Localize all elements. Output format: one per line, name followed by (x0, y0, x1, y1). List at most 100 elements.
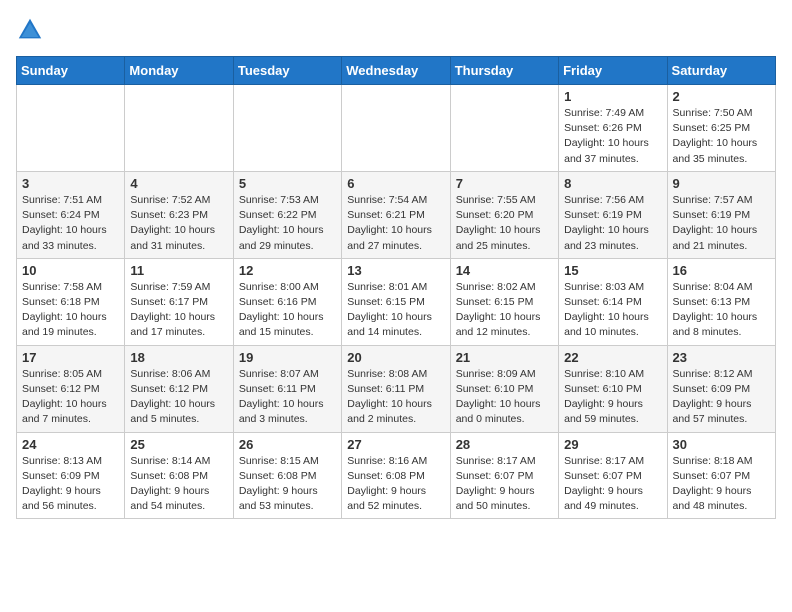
day-cell (342, 85, 450, 172)
day-number: 17 (22, 350, 119, 365)
day-info: Sunrise: 8:13 AM Sunset: 6:09 PM Dayligh… (22, 454, 119, 515)
day-cell: 2 Sunrise: 7:50 AM Sunset: 6:25 PM Daylig… (667, 85, 775, 172)
day-info: Sunrise: 7:49 AM Sunset: 6:26 PM Dayligh… (564, 106, 661, 167)
day-number: 27 (347, 437, 444, 452)
day-info: Sunrise: 8:04 AM Sunset: 6:13 PM Dayligh… (673, 280, 770, 341)
day-number: 3 (22, 176, 119, 191)
day-cell: 23 Sunrise: 8:12 AM Sunset: 6:09 PM Dayli… (667, 345, 775, 432)
week-row-4: 17 Sunrise: 8:05 AM Sunset: 6:12 PM Dayli… (17, 345, 776, 432)
day-number: 24 (22, 437, 119, 452)
logo (16, 16, 48, 44)
day-info: Sunrise: 8:12 AM Sunset: 6:09 PM Dayligh… (673, 367, 770, 428)
day-info: Sunrise: 8:08 AM Sunset: 6:11 PM Dayligh… (347, 367, 444, 428)
day-number: 28 (456, 437, 553, 452)
day-info: Sunrise: 7:56 AM Sunset: 6:19 PM Dayligh… (564, 193, 661, 254)
day-cell: 7Sunrise: 7:55 AM Sunset: 6:20 PM Daylig… (450, 171, 558, 258)
day-info: Sunrise: 8:00 AM Sunset: 6:16 PM Dayligh… (239, 280, 336, 341)
day-cell (233, 85, 341, 172)
week-row-1: 1 Sunrise: 7:49 AM Sunset: 6:26 PM Daylig… (17, 85, 776, 172)
weekday-header-tuesday: Tuesday (233, 57, 341, 85)
day-cell: 15 Sunrise: 8:03 AM Sunset: 6:14 PM Dayli… (559, 258, 667, 345)
day-info: Sunrise: 7:51 AM Sunset: 6:24 PM Dayligh… (22, 193, 119, 254)
weekday-header-monday: Monday (125, 57, 233, 85)
day-info: Sunrise: 8:16 AM Sunset: 6:08 PM Dayligh… (347, 454, 444, 515)
weekday-header-sunday: Sunday (17, 57, 125, 85)
day-cell: 12 Sunrise: 8:00 AM Sunset: 6:16 PM Dayli… (233, 258, 341, 345)
day-cell: 29 Sunrise: 8:17 AM Sunset: 6:07 PM Dayli… (559, 432, 667, 519)
day-info: Sunrise: 8:02 AM Sunset: 6:15 PM Dayligh… (456, 280, 553, 341)
day-cell: 22Sunrise: 8:10 AM Sunset: 6:10 PM Dayli… (559, 345, 667, 432)
day-cell: 5 Sunrise: 7:53 AM Sunset: 6:22 PM Daylig… (233, 171, 341, 258)
weekday-header-thursday: Thursday (450, 57, 558, 85)
day-cell: 25 Sunrise: 8:14 AM Sunset: 6:08 PM Dayli… (125, 432, 233, 519)
day-cell: 8 Sunrise: 7:56 AM Sunset: 6:19 PM Daylig… (559, 171, 667, 258)
day-info: Sunrise: 8:07 AM Sunset: 6:11 PM Dayligh… (239, 367, 336, 428)
day-cell: 14 Sunrise: 8:02 AM Sunset: 6:15 PM Dayli… (450, 258, 558, 345)
week-row-5: 24 Sunrise: 8:13 AM Sunset: 6:09 PM Dayli… (17, 432, 776, 519)
day-info: Sunrise: 7:58 AM Sunset: 6:18 PM Dayligh… (22, 280, 119, 341)
day-number: 29 (564, 437, 661, 452)
day-info: Sunrise: 7:57 AM Sunset: 6:19 PM Dayligh… (673, 193, 770, 254)
logo-icon (16, 16, 44, 44)
calendar: SundayMondayTuesdayWednesdayThursdayFrid… (16, 56, 776, 519)
day-number: 9 (673, 176, 770, 191)
day-info: Sunrise: 8:03 AM Sunset: 6:14 PM Dayligh… (564, 280, 661, 341)
day-cell: 1 Sunrise: 7:49 AM Sunset: 6:26 PM Daylig… (559, 85, 667, 172)
day-info: Sunrise: 8:17 AM Sunset: 6:07 PM Dayligh… (456, 454, 553, 515)
day-cell: 16 Sunrise: 8:04 AM Sunset: 6:13 PM Dayli… (667, 258, 775, 345)
day-number: 23 (673, 350, 770, 365)
day-info: Sunrise: 7:54 AM Sunset: 6:21 PM Dayligh… (347, 193, 444, 254)
day-cell: 18Sunrise: 8:06 AM Sunset: 6:12 PM Dayli… (125, 345, 233, 432)
day-cell (125, 85, 233, 172)
day-cell: 28 Sunrise: 8:17 AM Sunset: 6:07 PM Dayli… (450, 432, 558, 519)
day-number: 4 (130, 176, 227, 191)
week-row-3: 10 Sunrise: 7:58 AM Sunset: 6:18 PM Dayli… (17, 258, 776, 345)
day-number: 10 (22, 263, 119, 278)
day-info: Sunrise: 7:50 AM Sunset: 6:25 PM Dayligh… (673, 106, 770, 167)
day-cell: 26 Sunrise: 8:15 AM Sunset: 6:08 PM Dayli… (233, 432, 341, 519)
day-number: 6 (347, 176, 444, 191)
day-number: 12 (239, 263, 336, 278)
day-info: Sunrise: 7:53 AM Sunset: 6:22 PM Dayligh… (239, 193, 336, 254)
day-number: 14 (456, 263, 553, 278)
day-number: 1 (564, 89, 661, 104)
day-info: Sunrise: 7:59 AM Sunset: 6:17 PM Dayligh… (130, 280, 227, 341)
day-cell: 13Sunrise: 8:01 AM Sunset: 6:15 PM Dayli… (342, 258, 450, 345)
day-cell: 11 Sunrise: 7:59 AM Sunset: 6:17 PM Dayli… (125, 258, 233, 345)
day-number: 26 (239, 437, 336, 452)
day-number: 25 (130, 437, 227, 452)
day-cell: 4 Sunrise: 7:52 AM Sunset: 6:23 PM Daylig… (125, 171, 233, 258)
day-info: Sunrise: 8:14 AM Sunset: 6:08 PM Dayligh… (130, 454, 227, 515)
day-cell: 27 Sunrise: 8:16 AM Sunset: 6:08 PM Dayli… (342, 432, 450, 519)
day-number: 16 (673, 263, 770, 278)
day-info: Sunrise: 8:05 AM Sunset: 6:12 PM Dayligh… (22, 367, 119, 428)
day-info: Sunrise: 8:17 AM Sunset: 6:07 PM Dayligh… (564, 454, 661, 515)
day-cell (450, 85, 558, 172)
day-cell: 19 Sunrise: 8:07 AM Sunset: 6:11 PM Dayli… (233, 345, 341, 432)
day-number: 11 (130, 263, 227, 278)
header (16, 16, 776, 44)
day-number: 15 (564, 263, 661, 278)
day-number: 19 (239, 350, 336, 365)
day-cell: 9 Sunrise: 7:57 AM Sunset: 6:19 PM Daylig… (667, 171, 775, 258)
day-cell: 24 Sunrise: 8:13 AM Sunset: 6:09 PM Dayli… (17, 432, 125, 519)
day-number: 8 (564, 176, 661, 191)
day-cell: 10 Sunrise: 7:58 AM Sunset: 6:18 PM Dayli… (17, 258, 125, 345)
day-cell (17, 85, 125, 172)
day-info: Sunrise: 8:06 AM Sunset: 6:12 PM Dayligh… (130, 367, 227, 428)
weekday-header-wednesday: Wednesday (342, 57, 450, 85)
weekday-header-row: SundayMondayTuesdayWednesdayThursdayFrid… (17, 57, 776, 85)
day-number: 2 (673, 89, 770, 104)
day-cell: 30Sunrise: 8:18 AM Sunset: 6:07 PM Dayli… (667, 432, 775, 519)
day-number: 21 (456, 350, 553, 365)
day-cell: 3 Sunrise: 7:51 AM Sunset: 6:24 PM Daylig… (17, 171, 125, 258)
day-number: 5 (239, 176, 336, 191)
day-number: 22 (564, 350, 661, 365)
weekday-header-saturday: Saturday (667, 57, 775, 85)
day-info: Sunrise: 7:55 AM Sunset: 6:20 PM Dayligh… (456, 193, 553, 254)
day-info: Sunrise: 8:15 AM Sunset: 6:08 PM Dayligh… (239, 454, 336, 515)
day-cell: 20Sunrise: 8:08 AM Sunset: 6:11 PM Dayli… (342, 345, 450, 432)
day-info: Sunrise: 8:18 AM Sunset: 6:07 PM Dayligh… (673, 454, 770, 515)
weekday-header-friday: Friday (559, 57, 667, 85)
day-info: Sunrise: 7:52 AM Sunset: 6:23 PM Dayligh… (130, 193, 227, 254)
